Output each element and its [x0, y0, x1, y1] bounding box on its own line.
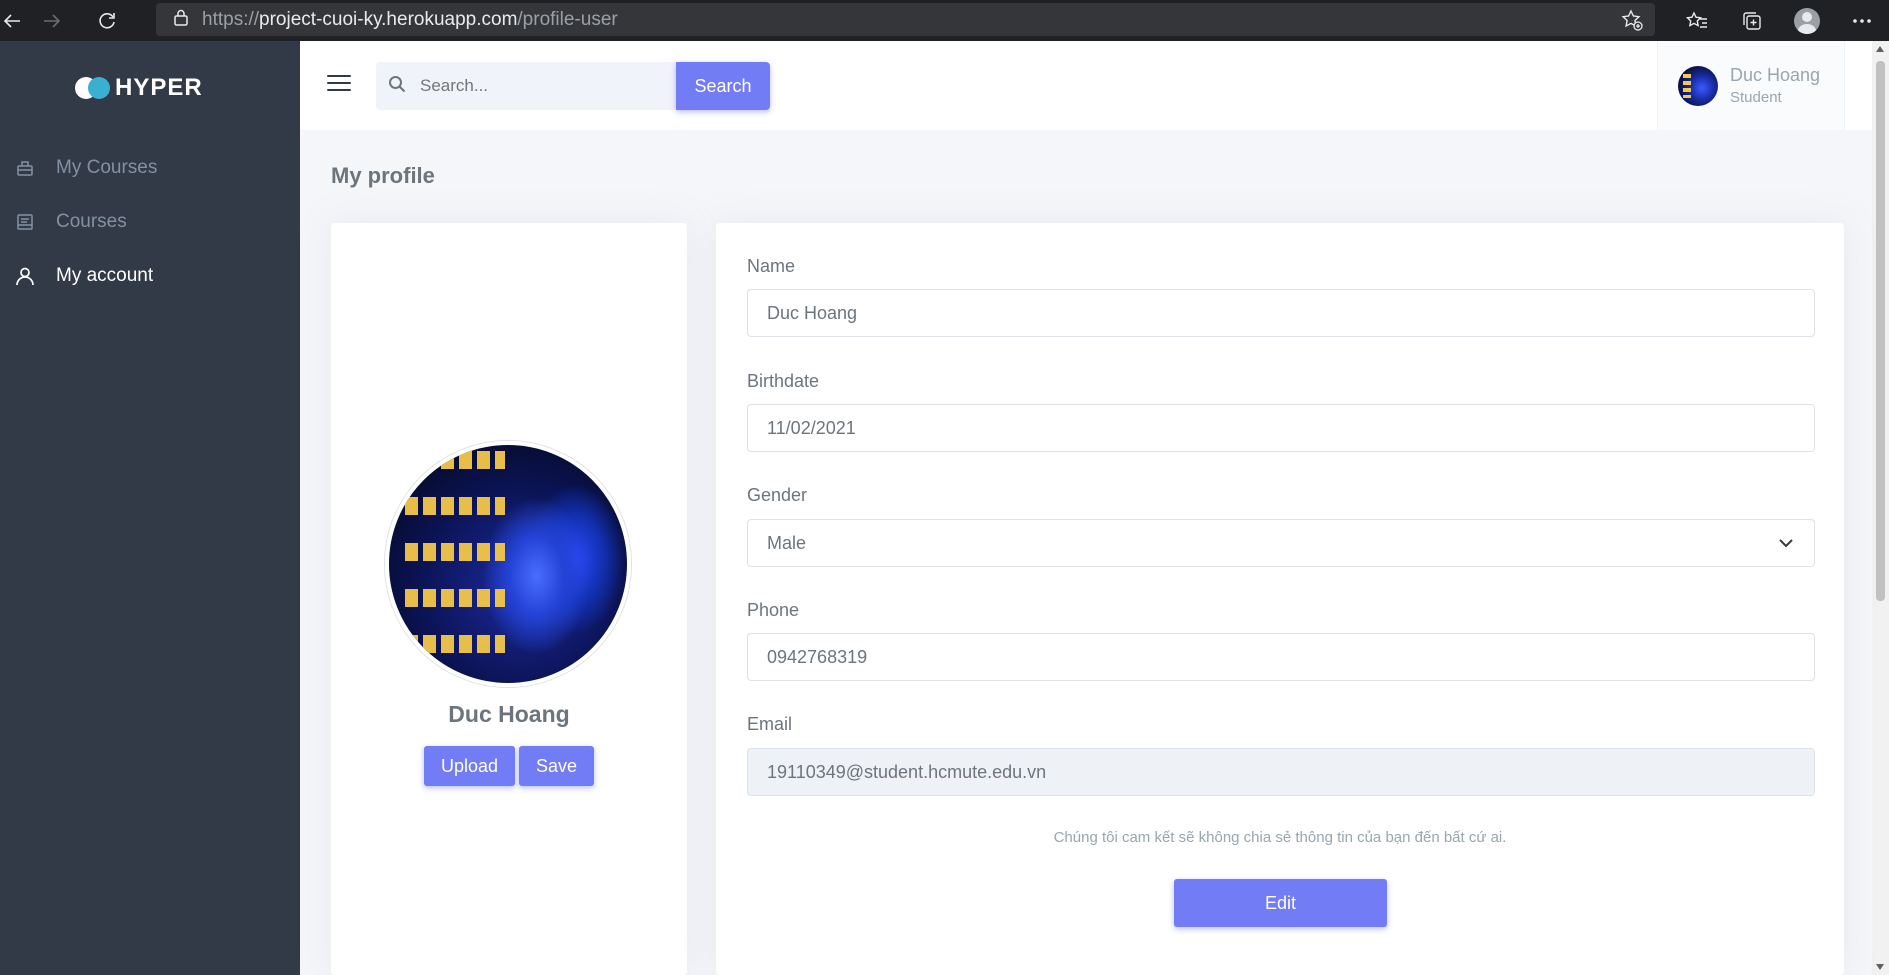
- briefcase-icon: [14, 157, 36, 179]
- sidebar-item-courses[interactable]: Courses: [0, 195, 300, 249]
- scroll-up-icon[interactable]: [1876, 46, 1884, 52]
- page-scrollbar[interactable]: [1872, 41, 1889, 975]
- privacy-note: Chúng tôi cam kết sẽ không chia sẻ thông…: [1053, 829, 1507, 846]
- search-icon: [388, 75, 406, 98]
- collections-icon: [1742, 11, 1761, 30]
- logo-mark-icon: [75, 77, 113, 99]
- wallpaper-image: [405, 451, 505, 681]
- save-button[interactable]: Save: [519, 746, 595, 786]
- page-title: My profile: [331, 163, 435, 188]
- sidebar-item-label: Courses: [56, 211, 127, 232]
- arrow-left-icon: [3, 13, 20, 28]
- sidebar-item-label: My Courses: [56, 157, 158, 178]
- more-button[interactable]: [1834, 0, 1889, 41]
- profile-actions: Upload Save: [331, 746, 687, 786]
- chevron-down-icon: [1778, 535, 1794, 556]
- back-button[interactable]: [0, 0, 24, 41]
- sidebar-item-my-account[interactable]: My account: [0, 249, 300, 303]
- birthdate-label: Birthdate: [747, 371, 820, 391]
- upload-button[interactable]: Upload: [423, 746, 515, 786]
- phone-label: Phone: [747, 600, 800, 620]
- sidebar-menu: My Courses Courses My account: [0, 141, 300, 303]
- add-favorite-icon[interactable]: [1621, 9, 1643, 36]
- profile-button[interactable]: [1779, 0, 1834, 41]
- user-menu[interactable]: Duc Hoang Student: [1657, 41, 1845, 130]
- forward-button[interactable]: [24, 0, 79, 41]
- favorites-icon: [1685, 10, 1707, 28]
- collections-button[interactable]: [1724, 0, 1779, 41]
- email-label: Email: [747, 714, 793, 734]
- gender-select[interactable]: Male: [747, 519, 1815, 567]
- sidebar-item-label: My account: [56, 265, 154, 286]
- browser-toolbar: https://project-cuoi-ky.herokuapp.com/pr…: [0, 0, 1889, 41]
- search-field: [376, 62, 676, 110]
- more-icon: [1852, 18, 1871, 23]
- search-input[interactable]: [420, 76, 660, 96]
- gender-value: Male: [767, 532, 807, 553]
- search-button[interactable]: Search: [676, 62, 770, 110]
- menu-toggle-icon[interactable]: [327, 75, 351, 95]
- gender-label: Gender: [747, 485, 808, 505]
- left-sidebar: HYPER My Courses Courses My account: [0, 41, 300, 975]
- edit-button[interactable]: Edit: [1174, 879, 1387, 927]
- reload-icon: [98, 12, 115, 29]
- user-name: Duc Hoang: [1730, 65, 1821, 85]
- profile-name: Duc Hoang: [448, 701, 570, 727]
- phone-field[interactable]: [747, 633, 1815, 681]
- birthdate-field[interactable]: [747, 404, 1815, 452]
- arrow-right-icon: [43, 13, 60, 28]
- lock-icon: [174, 9, 188, 31]
- user-icon: [14, 265, 36, 287]
- account-avatar-icon: [1793, 7, 1820, 34]
- favorites-button[interactable]: [1669, 0, 1724, 41]
- user-role: Student: [1730, 89, 1782, 106]
- book-icon: [14, 211, 36, 233]
- email-field[interactable]: [747, 748, 1815, 796]
- avatar: [1678, 65, 1718, 106]
- name-field[interactable]: [747, 289, 1815, 337]
- scrollbar-thumb[interactable]: [1876, 61, 1885, 601]
- profile-card: Duc Hoang Upload Save: [331, 223, 687, 975]
- logo[interactable]: HYPER: [75, 74, 203, 102]
- scroll-down-icon[interactable]: [1876, 964, 1884, 970]
- url-text: https://project-cuoi-ky.herokuapp.com/pr…: [202, 8, 618, 30]
- address-bar[interactable]: https://project-cuoi-ky.herokuapp.com/pr…: [156, 3, 1655, 36]
- profile-form-card: Name Birthdate Gender Male Phone Email C…: [716, 223, 1844, 975]
- reload-button[interactable]: [79, 0, 134, 41]
- sidebar-item-my-courses[interactable]: My Courses: [0, 141, 300, 195]
- name-label: Name: [747, 256, 796, 276]
- topbar: Search Duc Hoang Student: [300, 41, 1889, 130]
- logo-text: HYPER: [115, 74, 203, 101]
- profile-picture: [385, 441, 631, 687]
